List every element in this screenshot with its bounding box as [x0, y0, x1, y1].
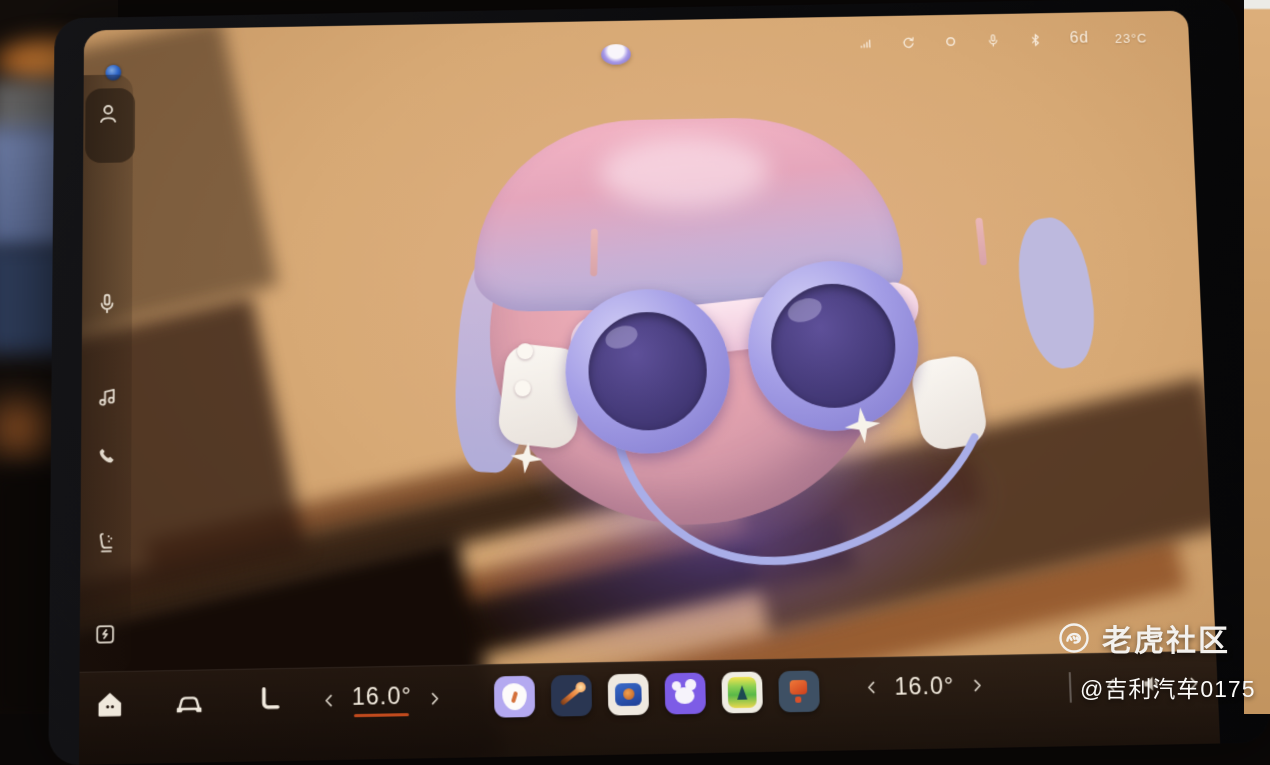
- paw-app[interactable]: [665, 673, 706, 715]
- avatar-app[interactable]: [494, 676, 535, 718]
- watermark: 老虎社区: [1056, 616, 1230, 660]
- driver-temp-control: 16.0°: [319, 681, 444, 717]
- seat-icon[interactable]: [250, 682, 287, 720]
- bluetooth-icon: [1027, 31, 1044, 48]
- status-icons: [857, 31, 1044, 51]
- avatar-app-glyph: [502, 683, 527, 710]
- status-outside-temp: 23°C: [1114, 30, 1147, 45]
- phone-icon[interactable]: [93, 444, 119, 471]
- panel-icon[interactable]: [92, 621, 119, 648]
- watermark-author: @吉利汽车0175: [1080, 670, 1256, 704]
- temp-increase-chevron[interactable]: [425, 689, 444, 709]
- tiger-logo-icon: [1056, 620, 1092, 656]
- dock-divider: [1069, 672, 1072, 703]
- driver-temp-text: 16.0°: [352, 682, 412, 711]
- passenger-temp-value[interactable]: 16.0°: [894, 672, 955, 701]
- map-app[interactable]: [721, 671, 763, 713]
- video-app-glyph: [615, 683, 642, 706]
- paw-app-glyph: [675, 687, 695, 704]
- media-icon[interactable]: [93, 384, 119, 411]
- store-app[interactable]: [778, 670, 820, 712]
- mic-icon[interactable]: [94, 291, 120, 317]
- goggle-lens: [770, 283, 897, 409]
- status-time: 6d: [1069, 30, 1089, 48]
- temp-increase-chevron[interactable]: [967, 676, 987, 696]
- voice-icon: [985, 32, 1002, 49]
- dock-apps: [494, 670, 820, 717]
- dock: 16.0° 16.0°: [79, 651, 1220, 765]
- dock-nav: [91, 682, 286, 723]
- screen: 6d 23°C: [79, 11, 1220, 765]
- temp-decrease-chevron[interactable]: [319, 691, 338, 711]
- goggle-lens: [588, 311, 708, 431]
- signal-icon: [857, 34, 874, 51]
- watermark-brand: 老虎社区: [1102, 616, 1230, 660]
- passenger-display-edge: [1244, 0, 1270, 714]
- user-icon[interactable]: [95, 101, 121, 127]
- passenger-temp-text: 16.0°: [894, 672, 955, 701]
- avatar-goggle-cord: [381, 90, 1114, 623]
- rocket-app-glyph: [560, 684, 585, 706]
- rocket-app[interactable]: [551, 675, 592, 717]
- driver-temp-value[interactable]: 16.0°: [352, 682, 412, 717]
- assistant-avatar[interactable]: [381, 90, 1114, 623]
- temp-decrease-chevron[interactable]: [862, 678, 882, 698]
- car-icon[interactable]: [171, 684, 208, 722]
- sidebar: [80, 74, 134, 676]
- sync-icon: [900, 33, 917, 50]
- passenger-temp-control: 16.0°: [862, 671, 988, 701]
- video-app[interactable]: [608, 674, 649, 716]
- store-app-glyph: [790, 680, 808, 695]
- record-icon: [942, 33, 959, 50]
- home-icon[interactable]: [91, 685, 128, 723]
- map-app-glyph: [728, 677, 757, 708]
- seat-massage-icon[interactable]: [92, 529, 118, 556]
